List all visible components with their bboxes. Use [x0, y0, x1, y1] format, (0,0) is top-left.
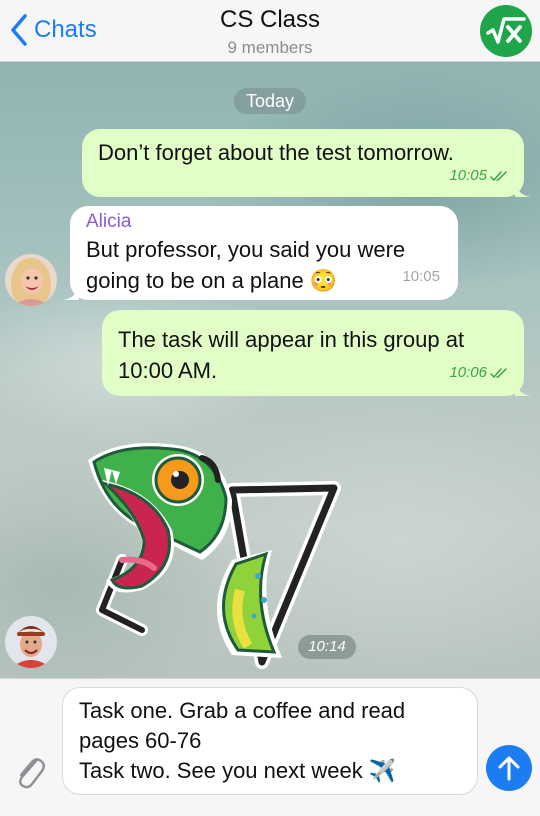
bubble-tail — [515, 181, 531, 197]
bubble-tail — [63, 284, 79, 300]
sticker-time: 10:14 — [298, 635, 356, 659]
date-separator: Today — [234, 88, 306, 114]
message-meta: 10:05 — [402, 261, 440, 292]
incoming-message[interactable]: Alicia But professor, you said you were … — [63, 206, 458, 300]
group-avatar[interactable] — [480, 5, 532, 57]
send-button[interactable] — [486, 745, 532, 791]
bubble-tail — [515, 380, 531, 396]
outgoing-message[interactable]: Don’t forget about the test tomorrow. 10… — [82, 129, 531, 197]
message-text: The task will appear in this group at — [118, 327, 465, 352]
double-check-icon — [490, 170, 507, 181]
avatar-alicia[interactable] — [5, 254, 57, 306]
message-meta: 10:06 — [449, 357, 510, 388]
chat-title-area[interactable]: CS Class 9 members — [0, 6, 540, 58]
arrow-up-icon — [498, 756, 520, 781]
outgoing-message[interactable]: The task will appear in this group at 10… — [102, 310, 531, 396]
sqrt-x-icon — [486, 17, 526, 44]
message-text: Don’t forget about the test tomorrow. — [98, 140, 454, 165]
message-meta: 10:05 — [449, 160, 510, 191]
message-time: 10:05 — [449, 167, 487, 184]
message-time: 10:05 — [402, 268, 440, 285]
paperclip-icon[interactable] — [12, 751, 48, 791]
member-count: 9 members — [227, 38, 313, 57]
avatar-sender[interactable] — [5, 616, 57, 668]
chat-background[interactable]: Today Don’t forget about the test tomorr… — [0, 62, 540, 678]
message-time: 10:06 — [449, 364, 487, 381]
composer-bar: Task one. Grab a coffee and read pages 6… — [0, 678, 540, 816]
chat-title: CS Class — [219, 6, 321, 33]
double-check-icon — [490, 367, 507, 378]
chat-header: Chats CS Class 9 members — [0, 0, 540, 62]
message-input[interactable]: Task one. Grab a coffee and read pages 6… — [62, 687, 478, 795]
sender-name: Alicia — [86, 211, 132, 232]
